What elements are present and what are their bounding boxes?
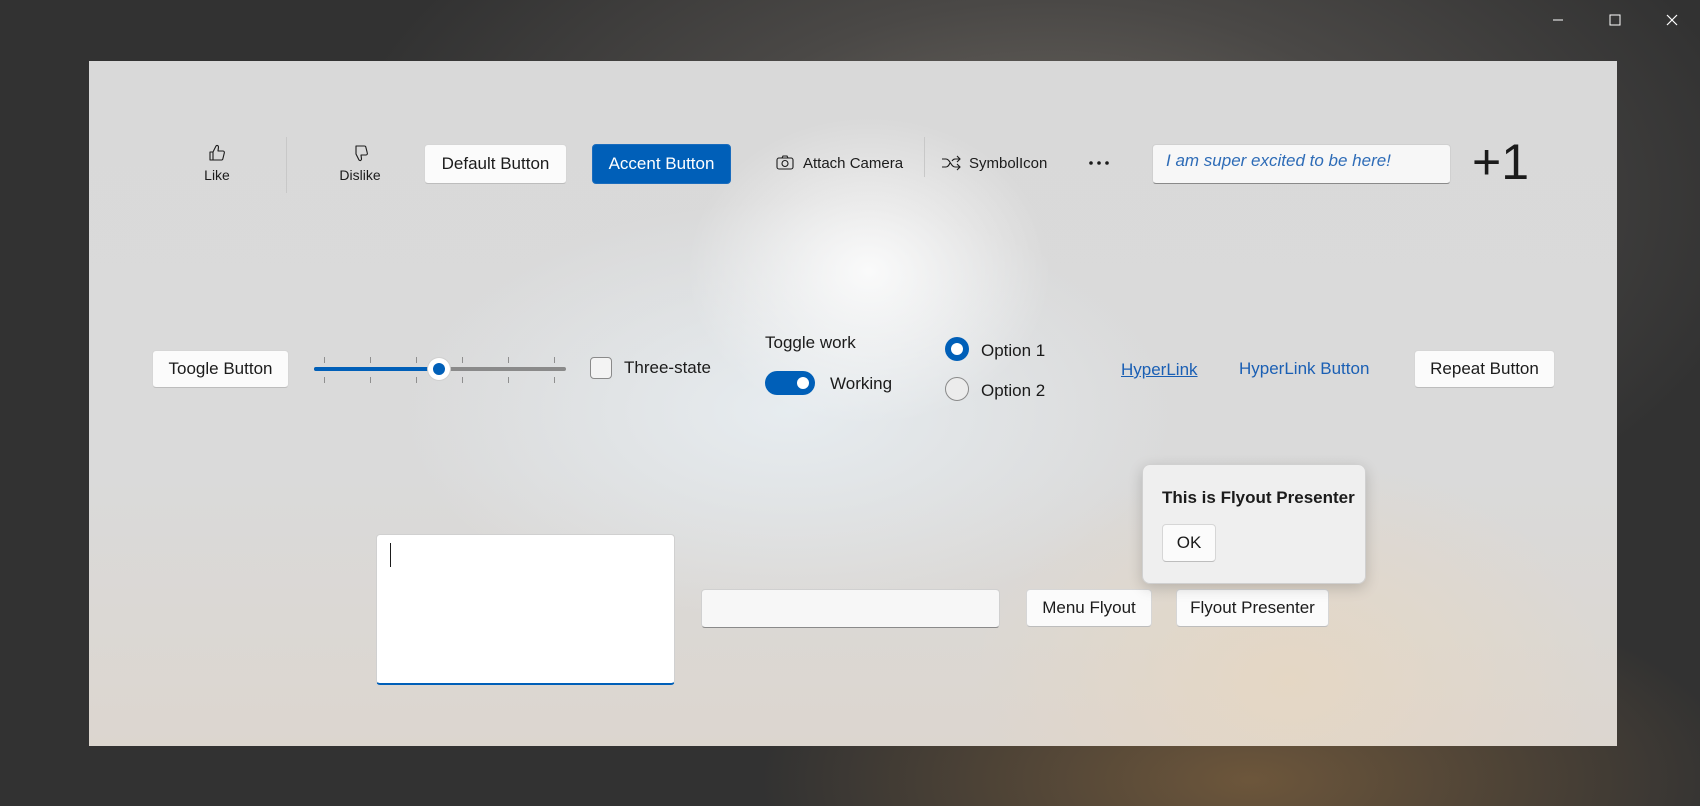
styled-textbox-value: I am super excited to be here! — [1166, 151, 1391, 170]
maximize-button[interactable] — [1592, 4, 1638, 36]
symbol-icon-button[interactable]: SymbolIcon — [941, 145, 1047, 181]
app-window: Like Dislike Default Button Accent Butto… — [89, 61, 1617, 746]
slider-tick — [462, 377, 463, 383]
like-button[interactable]: Like — [197, 143, 237, 183]
maximize-icon — [1609, 14, 1621, 26]
three-state-checkbox[interactable] — [590, 357, 612, 379]
accent-button[interactable]: Accent Button — [592, 144, 731, 184]
slider-tick — [324, 357, 325, 363]
slider-tick — [416, 357, 417, 363]
text-input[interactable] — [701, 589, 1000, 628]
repeat-button[interactable]: Repeat Button — [1414, 350, 1555, 388]
hyperlink-button[interactable]: HyperLink Button — [1239, 359, 1369, 379]
appbar-separator — [286, 137, 287, 193]
minimize-button[interactable] — [1535, 4, 1581, 36]
menu-flyout-button[interactable]: Menu Flyout — [1026, 589, 1152, 627]
rich-edit-box[interactable] — [376, 534, 675, 685]
slider-tick — [554, 357, 555, 363]
toggle-switch-state: Working — [830, 374, 893, 393]
camera-icon — [776, 155, 794, 170]
slider-fill — [314, 367, 439, 371]
minimize-icon — [1553, 19, 1563, 21]
radio-option-1[interactable] — [945, 337, 969, 361]
slider-tick — [462, 357, 463, 363]
flyout-title: This is Flyout Presenter — [1162, 488, 1355, 507]
thumbs-down-icon — [355, 145, 368, 162]
flyout-presenter-button[interactable]: Flyout Presenter — [1176, 589, 1329, 627]
symbol-icon-label: SymbolIcon — [969, 154, 1048, 172]
slider-tick — [554, 377, 555, 383]
more-icon — [1089, 161, 1109, 165]
slider-tick — [508, 357, 509, 363]
commandbar-separator — [924, 137, 925, 177]
slider-tick — [370, 377, 371, 383]
radio-option-2-label: Option 2 — [981, 381, 1046, 400]
radio-option-1-label: Option 1 — [981, 341, 1046, 360]
styled-textbox[interactable]: I am super excited to be here! — [1152, 144, 1451, 184]
more-button[interactable] — [1082, 145, 1116, 181]
attach-camera-button[interactable]: Attach Camera — [775, 145, 903, 181]
slider-tick — [416, 377, 417, 383]
close-button[interactable] — [1649, 4, 1695, 36]
text-caret — [390, 543, 391, 567]
three-state-label: Three-state — [624, 358, 711, 377]
toggle-switch-header: Toggle work — [765, 333, 856, 352]
toggle-switch-knob — [797, 377, 809, 389]
dislike-button[interactable]: Dislike — [332, 143, 388, 183]
slider-thumb[interactable] — [428, 358, 450, 380]
close-icon — [1666, 14, 1678, 26]
plus-one-text: +1 — [1472, 134, 1530, 190]
slider-tick — [324, 377, 325, 383]
slider-thumb-dot — [433, 363, 445, 375]
thumbs-up-icon — [209, 144, 225, 161]
default-button[interactable]: Default Button — [424, 144, 567, 184]
slider-tick — [370, 357, 371, 363]
attach-camera-label: Attach Camera — [803, 154, 904, 172]
radio-option-1-dot — [951, 343, 963, 355]
like-label: Like — [204, 167, 230, 183]
slider-tick — [508, 377, 509, 383]
radio-option-2[interactable] — [945, 377, 969, 401]
dislike-label: Dislike — [339, 167, 381, 183]
hyperlink[interactable]: HyperLink — [1121, 360, 1198, 380]
slider[interactable] — [314, 349, 566, 389]
toggle-button[interactable]: Toogle Button — [152, 350, 289, 388]
flyout-ok-button[interactable]: OK — [1162, 524, 1216, 562]
toggle-switch[interactable] — [765, 371, 815, 395]
flyout-presenter: This is Flyout Presenter OK — [1142, 464, 1366, 584]
shuffle-icon — [942, 155, 961, 171]
